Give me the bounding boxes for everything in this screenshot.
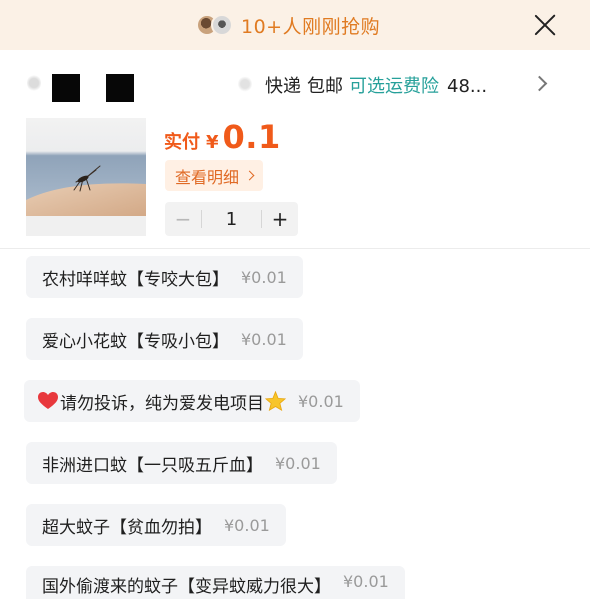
option-chip[interactable]: 农村咩咩蚊【专咬大包】 ¥0.01: [26, 256, 303, 298]
heart-icon: [38, 392, 58, 409]
star-icon: [265, 391, 286, 411]
shipping-row[interactable]: 快递 包邮 可选运费险 48...: [0, 60, 590, 108]
close-icon[interactable]: [532, 12, 558, 38]
shipping-info: 快递 包邮 可选运费险 48...: [265, 72, 487, 98]
increase-button[interactable]: +: [262, 202, 298, 236]
option-price: ¥0.01: [224, 515, 270, 535]
decrease-button[interactable]: −: [165, 202, 201, 236]
option-chip[interactable]: 超大蚊子【贫血勿拍】 ¥0.01: [26, 504, 286, 546]
avatar: [211, 14, 233, 36]
option-chip[interactable]: 国外偷渡来的蚊子【变异蚊威力很大】 ¥0.01: [26, 566, 405, 599]
option-label: 非洲进口蚊【一只吸五斤血】: [42, 455, 263, 476]
option-label: 请勿投诉，纯为爱发电项目: [60, 393, 264, 414]
chevron-right-icon: [244, 170, 255, 181]
courier-label: 快递: [265, 76, 301, 97]
option-chip[interactable]: 请勿投诉，纯为爱发电项目 ¥0.01: [24, 380, 360, 422]
shipping-insurance-label: 可选运费险: [349, 76, 439, 97]
recent-buyers-text: 10+人刚刚抢购: [241, 15, 381, 38]
buyer-avatars: [196, 14, 233, 36]
option-price: ¥0.01: [275, 453, 321, 473]
option-chip[interactable]: 爱心小花蚊【专吸小包】 ¥0.01: [26, 318, 303, 360]
option-label: 农村咩咩蚊【专咬大包】: [42, 269, 229, 290]
chevron-right-icon[interactable]: [531, 75, 548, 92]
option-label: 超大蚊子【贫血勿拍】: [42, 517, 212, 538]
view-details-button[interactable]: 查看明细: [165, 160, 264, 191]
option-price: ¥0.01: [241, 329, 287, 349]
free-shipping-label: 包邮: [307, 76, 343, 97]
blurred-element: [238, 76, 252, 92]
redacted-block: [106, 74, 134, 102]
option-price: ¥0.01: [298, 391, 344, 411]
price-line: 实付 ¥ 0.1: [164, 118, 281, 156]
product-image: [26, 118, 146, 236]
quantity-stepper: − 1 +: [165, 202, 298, 236]
top-banner: 10+人刚刚抢购: [0, 0, 590, 50]
option-price: ¥0.01: [343, 572, 389, 591]
option-label: 国外偷渡来的蚊子【变异蚊威力很大】: [42, 577, 331, 597]
option-label: 爱心小花蚊【专吸小包】: [42, 331, 229, 352]
section-divider: [0, 248, 590, 249]
price-label: 实付: [164, 132, 200, 153]
redacted-block: [52, 74, 80, 102]
option-chip[interactable]: 非洲进口蚊【一只吸五斤血】 ¥0.01: [26, 442, 337, 484]
option-price: ¥0.01: [241, 267, 287, 287]
price-value: 0.1: [222, 118, 281, 156]
insurance-value: 48...: [447, 76, 488, 97]
quantity-value[interactable]: 1: [202, 209, 261, 230]
currency-symbol: ¥: [206, 132, 219, 153]
banner-center: 10+人刚刚抢购: [196, 11, 380, 39]
view-details-label: 查看明细: [175, 167, 240, 187]
blurred-element: [27, 74, 41, 92]
